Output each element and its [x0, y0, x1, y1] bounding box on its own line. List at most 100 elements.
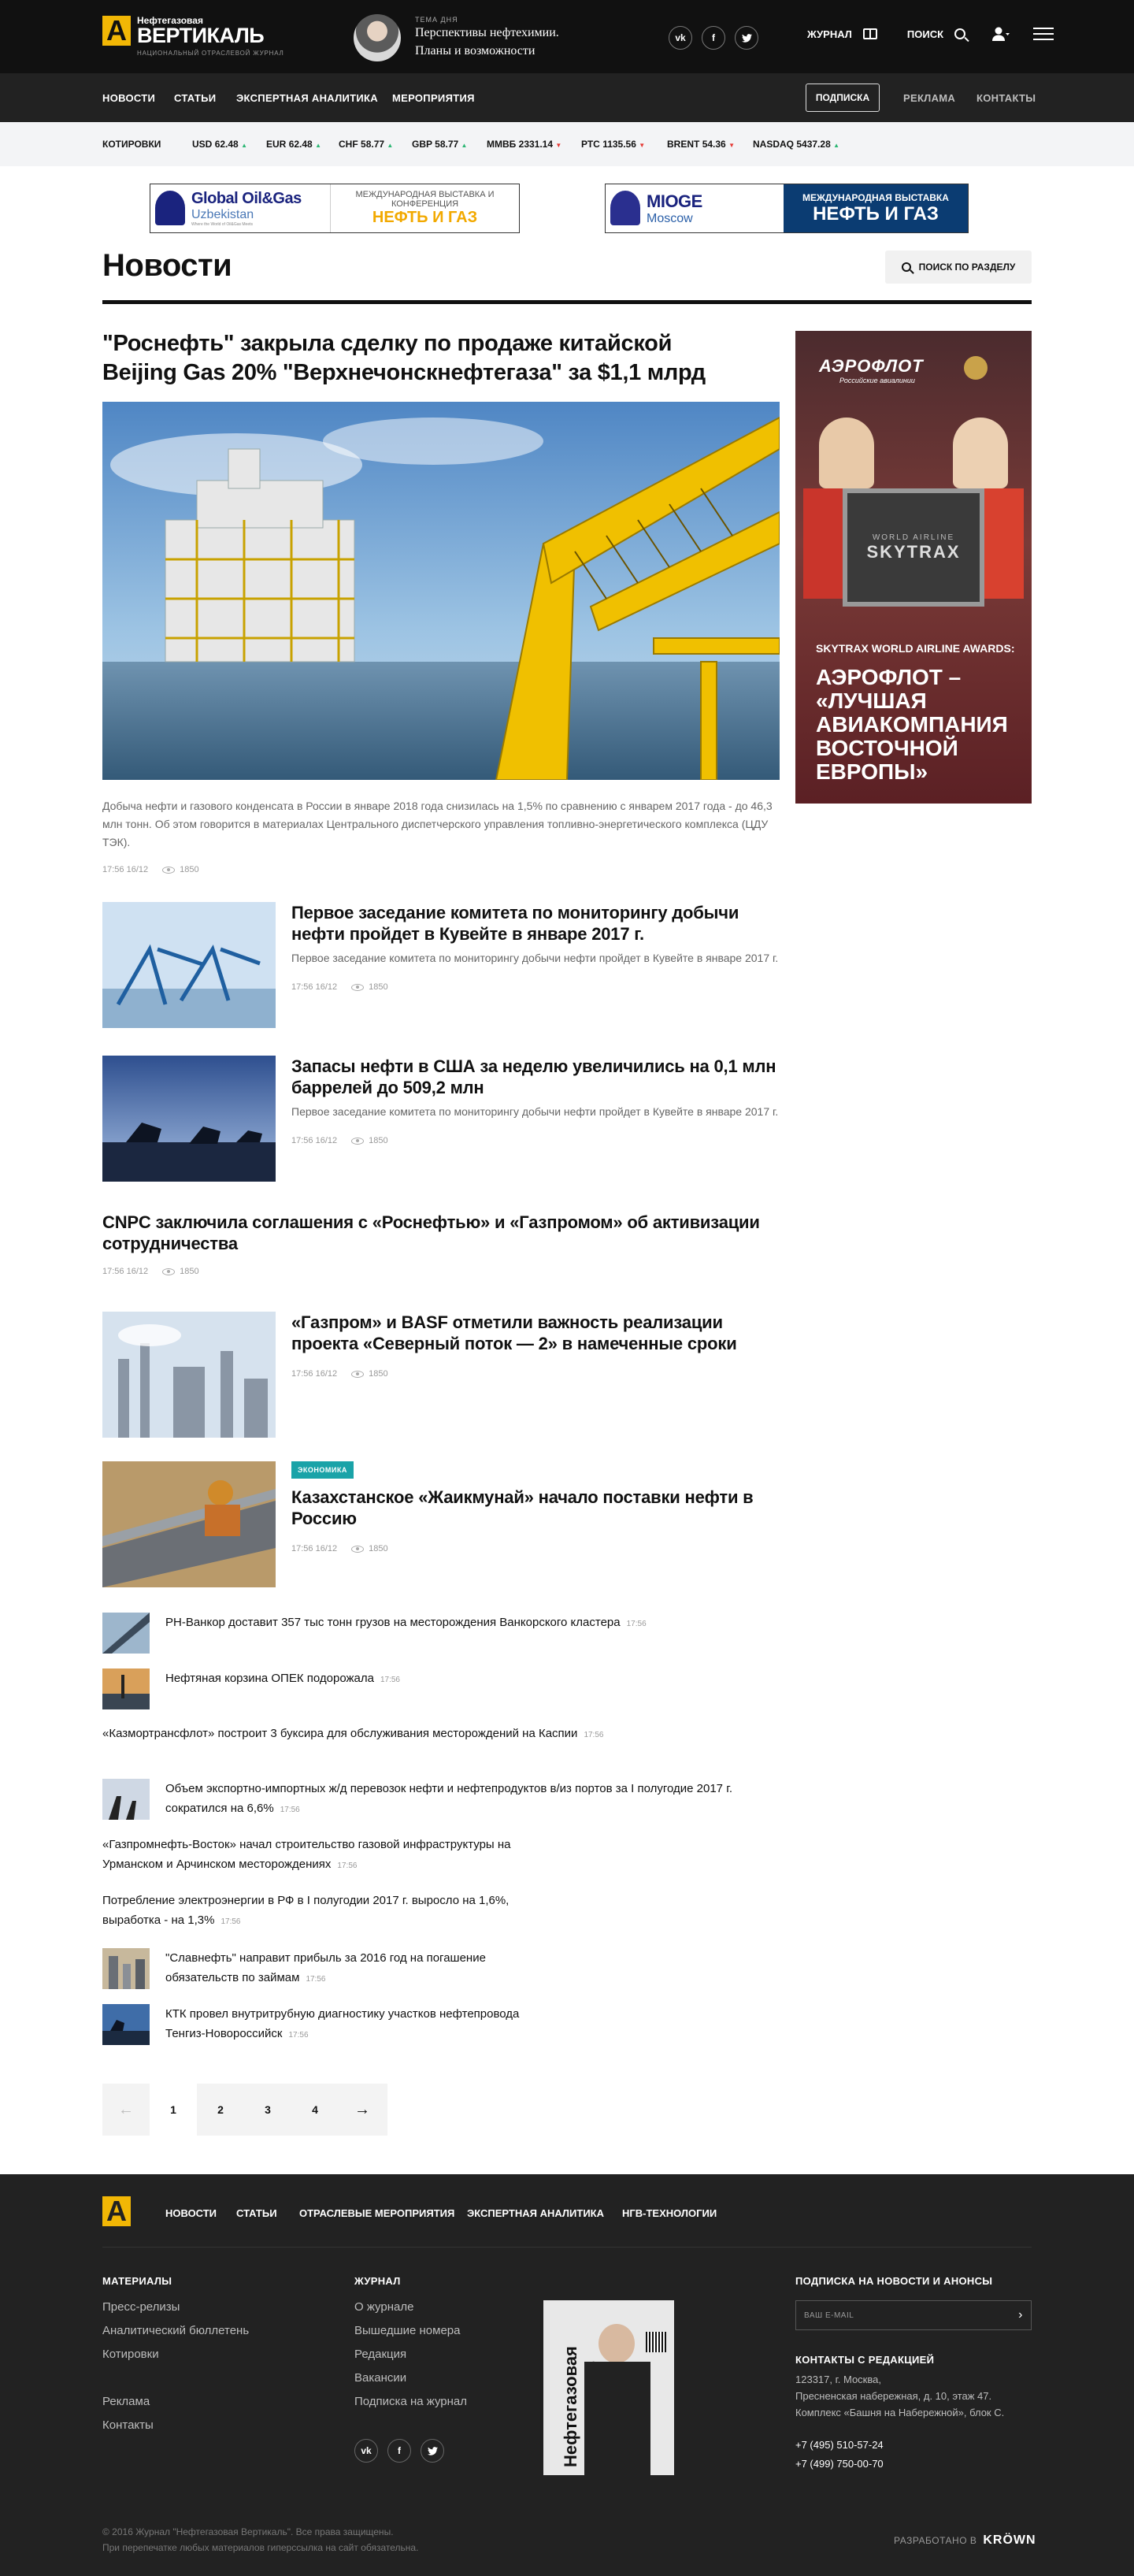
footer-logo-icon[interactable]: A — [102, 2196, 131, 2226]
footer-link-bulletin[interactable]: Аналитический бюллетень — [102, 2324, 249, 2337]
footer-materials-heading: МАТЕРИАЛЫ — [102, 2275, 172, 2287]
footer-nav-analytics[interactable]: ЭКСПЕРТНАЯ АНАЛИТИКА — [467, 2207, 604, 2219]
vk-icon[interactable]: vk — [354, 2439, 378, 2463]
developer-credit[interactable]: РАЗРАБОТАНО В KRÖWN — [894, 2533, 1036, 2548]
news-title[interactable]: Казахстанское «Жаикмунай» начало поставк… — [291, 1487, 780, 1529]
nav-ads[interactable]: РЕКЛАМА — [903, 92, 955, 104]
ad-brand-sub: Российские авиалинии — [839, 377, 915, 384]
list-item[interactable]: Объем экспортно-импортных ж/д перевозок … — [102, 1779, 780, 1820]
banner-mioge[interactable]: MIOGE Moscow МЕЖДУНАРОДНАЯ ВЫСТАВКА НЕФТ… — [605, 184, 969, 233]
news-thumb[interactable] — [102, 2004, 150, 2045]
list-item[interactable]: «Газпромнефть-Восток» начал строительств… — [102, 1835, 780, 1876]
news-item[interactable]: Первое заседание комитета по мониторингу… — [102, 902, 780, 1028]
search-icon — [901, 262, 911, 272]
page-2-button[interactable]: 2 — [197, 2084, 244, 2136]
vk-icon[interactable]: vk — [669, 26, 692, 50]
menu-icon[interactable] — [1033, 28, 1054, 40]
news-thumb[interactable] — [102, 1461, 276, 1587]
list-item[interactable]: РН-Ванкор доставит 357 тыс тонн грузов н… — [102, 1613, 780, 1654]
footer-nav-news[interactable]: НОВОСТИ — [165, 2207, 217, 2219]
nav-expert-analytics[interactable]: ЭКСПЕРТНАЯ АНАЛИТИКА — [236, 92, 378, 104]
footer-nav-articles[interactable]: СТАТЬИ — [236, 2207, 277, 2219]
nav-events[interactable]: МЕРОПРИЯТИЯ — [392, 92, 475, 104]
list-item[interactable]: «Казмортрансфлот» построит 3 буксира для… — [102, 1724, 780, 1747]
logo-tagline: НАЦИОНАЛЬНЫЙ ОТРАСЛЕВОЙ ЖУРНАЛ — [137, 50, 284, 57]
views-count: 1850 — [162, 865, 199, 874]
footer-phone-2[interactable]: +7 (499) 750-00-70 — [795, 2458, 884, 2470]
news-text: Первое заседание комитета по мониторингу… — [291, 1105, 779, 1118]
user-icon[interactable] — [992, 27, 1010, 41]
journal-cover[interactable]: Нефтегазовая ВЕРТИКАЛЬ — [543, 2300, 674, 2475]
news-title[interactable]: CNPC заключила соглашения с «Роснефтью» … — [102, 1212, 780, 1254]
email-field[interactable]: ВАШ E-MAIL › — [795, 2300, 1032, 2330]
news-item[interactable]: Запасы нефти в США за неделю увеличились… — [102, 1056, 780, 1182]
news-title[interactable]: «Газпром» и BASF отметили важность реали… — [291, 1312, 780, 1354]
news-title[interactable]: Запасы нефти в США за неделю увеличились… — [291, 1056, 780, 1098]
topic-title[interactable]: Перспективы нефтехимии. Планы и возможно… — [415, 24, 561, 60]
footer-link-contacts[interactable]: Контакты — [102, 2418, 154, 2432]
news-thumb[interactable] — [102, 1056, 276, 1182]
news-thumb[interactable] — [102, 1312, 276, 1438]
footer-link-quotes[interactable]: Котировки — [102, 2348, 159, 2361]
aeroflot-ad[interactable]: АЭРОФЛОТ Российские авиалинии WORLD AIRL… — [795, 331, 1032, 804]
topic-of-day[interactable]: ТЕМА ДНЯ Перспективы нефтехимии. Планы и… — [354, 14, 561, 61]
facebook-icon[interactable]: f — [387, 2439, 411, 2463]
journal-icon[interactable] — [862, 28, 877, 39]
quote-micex: ММВБ 2331.14 ▼ — [487, 139, 562, 150]
footer-link-issues[interactable]: Вышедшие номера — [354, 2324, 460, 2337]
chevron-right-icon[interactable]: › — [1018, 2308, 1023, 2322]
category-tag[interactable]: ЭКОНОМИКА — [291, 1461, 354, 1479]
twitter-icon[interactable] — [421, 2439, 444, 2463]
list-item[interactable]: Нефтяная корзина ОПЕК подорожала 17:56 — [102, 1668, 780, 1709]
footer-journal-heading: ЖУРНАЛ — [354, 2275, 401, 2287]
quote-rts: РТС 1135.56 ▼ — [581, 139, 646, 150]
footer-link-vacancies[interactable]: Вакансии — [354, 2371, 406, 2385]
next-page-button[interactable]: → — [339, 2084, 386, 2136]
footer-link-about[interactable]: О журнале — [354, 2300, 413, 2314]
banner-global-oil-gas[interactable]: Global Oil&Gas Uzbekistan Where the Worl… — [150, 184, 520, 233]
news-thumb[interactable] — [102, 1613, 150, 1654]
down-arrow-icon: ▼ — [728, 142, 735, 149]
news-thumb[interactable] — [102, 1668, 150, 1709]
quote-nasdaq: NASDAQ 5437.28 ▲ — [753, 139, 840, 150]
search-link[interactable]: ПОИСК — [907, 28, 943, 40]
footer-link-ads[interactable]: Реклама — [102, 2395, 150, 2408]
footer-nav-events[interactable]: ОТРАСЛЕВЫЕ МЕРОПРИЯТИЯ — [299, 2207, 454, 2219]
list-item[interactable]: "Славнефть" направит прибыль за 2016 год… — [102, 1948, 780, 1989]
footer-nav-technologies[interactable]: НГВ-ТЕХНОЛОГИИ — [622, 2207, 717, 2219]
page-1-button[interactable]: 1 — [150, 2084, 197, 2136]
footer-link-subscribe[interactable]: Подписка на журнал — [354, 2395, 467, 2408]
section-search-button[interactable]: ПОИСК ПО РАЗДЕЛУ — [885, 251, 1032, 284]
search-icon[interactable] — [954, 28, 966, 39]
prev-page-button[interactable]: ← — [102, 2084, 150, 2136]
list-item[interactable]: КТК провел внутритрубную диагностику уча… — [102, 2004, 780, 2045]
news-thumb[interactable] — [102, 1948, 150, 1989]
news-thumb[interactable] — [102, 902, 276, 1028]
journal-link[interactable]: ЖУРНАЛ — [807, 28, 852, 40]
footer-link-editorial[interactable]: Редакция — [354, 2348, 406, 2361]
footer-phone-1[interactable]: +7 (495) 510-57-24 — [795, 2439, 884, 2451]
list-item[interactable]: Потребление электроэнергии в РФ в I полу… — [102, 1891, 780, 1932]
lead-article-title[interactable]: "Роснефть" закрыла сделку по продаже кит… — [102, 329, 717, 388]
twitter-icon[interactable] — [735, 26, 758, 50]
news-text: Первое заседание комитета по мониторингу… — [291, 952, 779, 964]
news-item[interactable]: CNPC заключила соглашения с «Роснефтью» … — [102, 1212, 780, 1276]
quote-brent: BRENT 54.36 ▼ — [667, 139, 735, 150]
quotes-ticker: КОТИРОВКИ USD 62.48 ▲ EUR 62.48 ▲ CHF 58… — [0, 122, 1134, 166]
header-socials: vk f — [669, 26, 758, 50]
footer-link-press[interactable]: Пресс-релизы — [102, 2300, 180, 2314]
site-logo[interactable]: A Нефтегазовая ВЕРТИКАЛЬ НАЦИОНАЛЬНЫЙ ОТ… — [102, 16, 284, 57]
nav-news[interactable]: НОВОСТИ — [102, 92, 155, 104]
page-3-button[interactable]: 3 — [244, 2084, 291, 2136]
lead-article-meta: 17:56 16/12 1850 — [102, 865, 199, 874]
news-title[interactable]: Первое заседание комитета по мониторингу… — [291, 902, 780, 945]
nav-articles[interactable]: СТАТЬИ — [174, 92, 216, 104]
nav-contacts[interactable]: КОНТАКТЫ — [976, 92, 1036, 104]
news-item[interactable]: «Газпром» и BASF отметили важность реали… — [102, 1312, 780, 1438]
news-item[interactable]: ЭКОНОМИКА Казахстанское «Жаикмунай» нача… — [102, 1461, 780, 1587]
subscribe-button[interactable]: ПОДПИСКА — [806, 84, 880, 112]
facebook-icon[interactable]: f — [702, 26, 725, 50]
news-thumb[interactable] — [102, 1779, 150, 1820]
lead-article-image[interactable] — [102, 402, 780, 780]
page-4-button[interactable]: 4 — [291, 2084, 339, 2136]
